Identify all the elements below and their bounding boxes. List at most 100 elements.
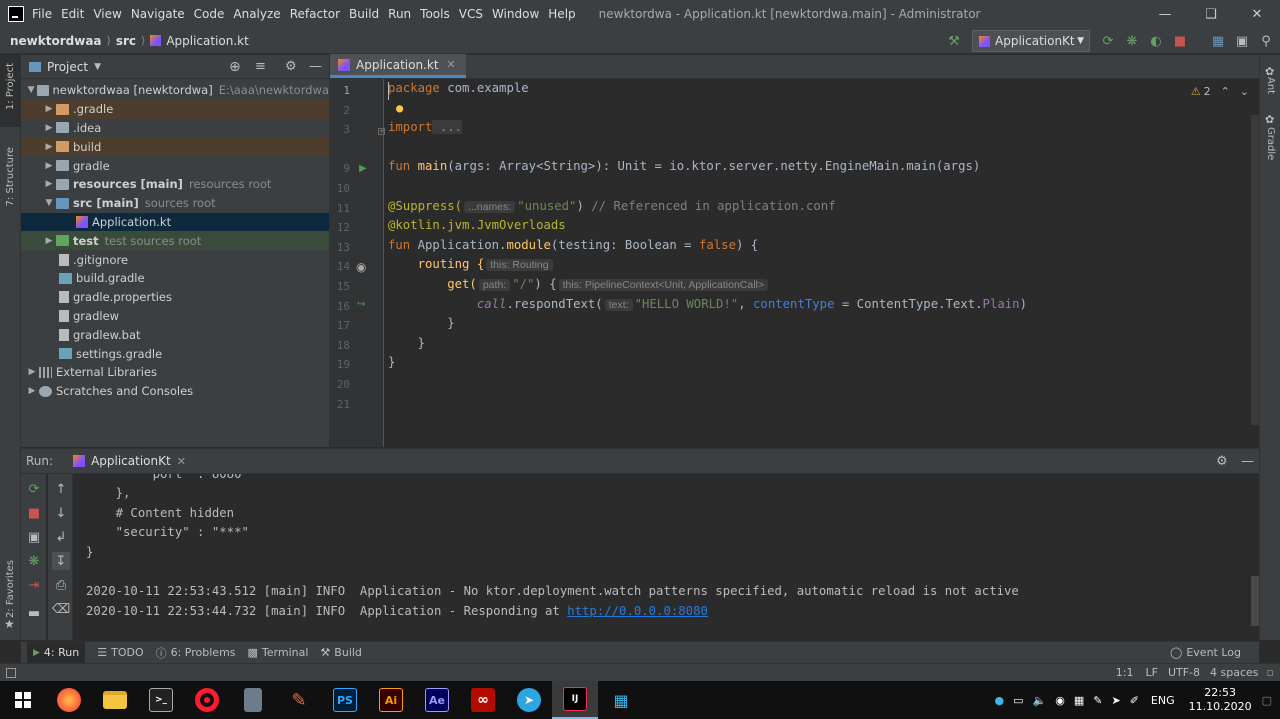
chevron-down-icon[interactable]: ▼ [94, 62, 101, 72]
hide-icon[interactable]: — [309, 59, 322, 74]
search-icon[interactable]: ⚲ [1254, 32, 1278, 50]
tab-build[interactable]: ⚒ Build [320, 646, 362, 659]
debug-icon[interactable]: ❋ [1120, 32, 1144, 50]
gradle-tool-label[interactable]: Gradle [1265, 127, 1276, 160]
taskbar-photoshop[interactable]: PS [322, 681, 368, 719]
taskbar-network-app[interactable]: ▦ [598, 681, 644, 719]
taskbar-opera[interactable] [184, 681, 230, 719]
menu-code[interactable]: Code [194, 7, 225, 21]
file-encoding[interactable]: UTF-8 [1168, 666, 1200, 679]
tree-item-gradlew[interactable]: gradlew [21, 307, 329, 326]
stop-icon[interactable]: ■ [1168, 32, 1192, 50]
tree-item-gradle-cache[interactable]: ▶ .gradle [21, 99, 329, 119]
lock-icon[interactable]: ▫ [1267, 666, 1274, 679]
volume-icon[interactable]: 🔈 [1033, 694, 1047, 707]
layout-icon[interactable]: ▬ [25, 604, 43, 622]
taskbar-illustrator[interactable]: Ai [368, 681, 414, 719]
clock[interactable]: 22:53 11.10.2020 [1189, 686, 1252, 714]
battery-icon[interactable]: ▭ [1013, 694, 1023, 707]
breadcrumb-file[interactable]: Application.kt [166, 34, 249, 48]
tab-terminal[interactable]: ▩ Terminal [248, 646, 309, 659]
tree-item-test[interactable]: ▶ test test sources root [21, 231, 329, 251]
event-log-button[interactable]: ◯ Event Log [1170, 646, 1241, 659]
menu-help[interactable]: Help [548, 7, 575, 21]
lightbulb-icon[interactable]: ● [396, 101, 403, 115]
taskbar-telegram[interactable]: ➤ [506, 681, 552, 719]
tree-item-idea[interactable]: ▶ .idea [21, 119, 329, 138]
tree-item-settings-gradle[interactable]: settings.gradle [21, 344, 329, 363]
wifi-icon[interactable]: ◉ [1055, 694, 1065, 707]
editor-scrollbar[interactable] [1251, 115, 1259, 425]
maximize-icon[interactable]: ❑ [1188, 0, 1234, 28]
taskbar-explorer[interactable] [92, 681, 138, 719]
tab-todo[interactable]: ☰ TODO [97, 646, 143, 659]
routing-gutter-icon[interactable]: ◉ [356, 260, 366, 274]
menu-file[interactable]: File [32, 7, 52, 21]
tree-item-external-libraries[interactable]: ▶ External Libraries [21, 363, 329, 382]
taskbar-calculator[interactable] [230, 681, 276, 719]
menu-analyze[interactable]: Analyze [233, 7, 280, 21]
tree-item-gradlew-bat[interactable]: gradlew.bat [21, 325, 329, 344]
tree-item-application-kt[interactable]: Application.kt [21, 212, 329, 232]
menu-window[interactable]: Window [492, 7, 539, 21]
request-gutter-icon[interactable]: ↪ [357, 299, 365, 310]
collapse-all-icon[interactable]: ≡ [255, 59, 266, 74]
run-configuration-select[interactable]: ApplicationKt ▼ [972, 30, 1090, 52]
project-tool-button[interactable]: 1: Project [0, 55, 21, 127]
tree-item-scratches[interactable]: ▶ Scratches and Consoles [21, 382, 329, 401]
tray-send-icon[interactable]: ➤ [1111, 694, 1120, 707]
project-structure-icon[interactable]: ▦ [1206, 32, 1230, 50]
tree-item-resources[interactable]: ▶ resources [main] resources root [21, 175, 329, 194]
menu-run[interactable]: Run [388, 7, 411, 21]
gear-icon[interactable]: ⚙ [1216, 454, 1228, 469]
tree-item-src[interactable]: ▼ src [main] sources root [21, 194, 329, 213]
structure-tool-label[interactable]: 7: Structure [5, 147, 16, 206]
project-view-select[interactable]: Project [47, 60, 88, 74]
trash-icon[interactable]: ⌫ [52, 600, 70, 618]
menu-build[interactable]: Build [349, 7, 379, 21]
menu-navigate[interactable]: Navigate [131, 7, 185, 21]
menu-view[interactable]: View [93, 7, 121, 21]
hammer-icon[interactable]: ⚒ [942, 32, 966, 50]
taskbar-terminal[interactable]: >_ [138, 681, 184, 719]
exit-icon[interactable]: ⇥ [25, 576, 43, 594]
rerun-icon[interactable]: ⟳ [25, 480, 43, 498]
notifications-icon[interactable]: ▢ [1262, 694, 1272, 707]
run-tab[interactable]: ApplicationKt [91, 454, 171, 468]
tray-app-icon[interactable]: ● [995, 694, 1005, 707]
favorites-tool-label[interactable]: 2: Favorites [5, 560, 16, 618]
caret-position[interactable]: 1:1 [1116, 666, 1134, 679]
locate-icon[interactable]: ⊕ [229, 59, 241, 75]
console-output[interactable]: "port" : 8080 }, # Content hidden "secur… [78, 474, 1248, 640]
menu-edit[interactable]: Edit [61, 7, 84, 21]
url-link[interactable]: http://0.0.0.0:8080 [567, 604, 708, 618]
minimize-icon[interactable]: — [1142, 0, 1188, 28]
presentation-icon[interactable]: ▣ [1230, 32, 1254, 50]
ant-tool-label[interactable]: Ant [1265, 77, 1276, 94]
rerun-icon[interactable]: ⟳ [1096, 32, 1120, 50]
tray-network-icon[interactable]: ▦ [1074, 694, 1084, 707]
hide-icon[interactable]: — [1241, 454, 1254, 469]
start-button[interactable] [0, 681, 46, 719]
print-icon[interactable]: ⎙ [52, 576, 70, 594]
scroll-to-end-icon[interactable]: ↧ [52, 552, 70, 570]
close-tab-icon[interactable]: ✕ [177, 455, 186, 468]
indent-settings[interactable]: 4 spaces [1210, 666, 1259, 679]
menu-refactor[interactable]: Refactor [290, 7, 340, 21]
code-area[interactable]: package com.example ● import ... fun mai… [388, 79, 1248, 447]
arrow-up-icon[interactable]: ↑ [52, 480, 70, 498]
tab-run[interactable]: ▶ 4: Run [27, 641, 86, 664]
breadcrumb-src[interactable]: src [116, 34, 136, 48]
console-scrollbar[interactable] [1251, 576, 1259, 626]
taskbar-after-effects[interactable]: Ae [414, 681, 460, 719]
language-indicator[interactable]: ENG [1151, 694, 1175, 707]
tree-item-gitignore[interactable]: .gitignore [21, 250, 329, 269]
close-tab-icon[interactable]: ✕ [447, 58, 456, 71]
tree-item-root[interactable]: ▼ newktordwaa [newktordwa] E:\aaa\newkto… [21, 81, 329, 100]
close-icon[interactable]: ✕ [1234, 0, 1280, 28]
menu-vcs[interactable]: VCS [459, 7, 483, 21]
taskbar-pencil[interactable]: ✎ [276, 681, 322, 719]
tree-item-build-gradle[interactable]: build.gradle [21, 269, 329, 288]
run-gutter-icon[interactable]: ▶ [359, 163, 367, 174]
menu-tools[interactable]: Tools [420, 7, 450, 21]
